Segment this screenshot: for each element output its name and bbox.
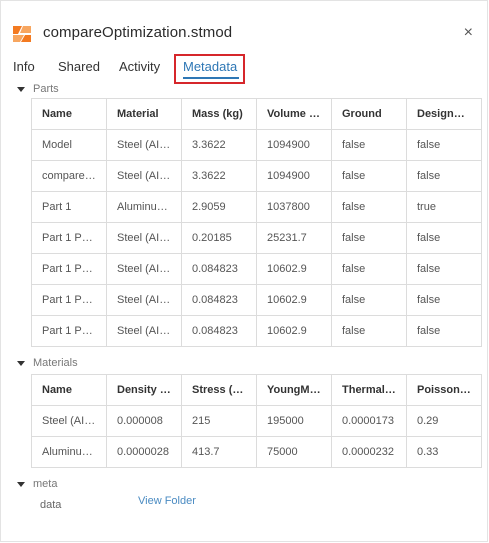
caret-down-icon [17,481,25,487]
view-folder-link[interactable]: View Folder [138,495,196,507]
table-cell: Part 1 Pus... [31,222,107,254]
table-cell: false [331,129,407,161]
table-cell: 3.3622 [181,129,257,161]
panel-header: compareOptimization.stmod × [9,19,479,49]
column-header[interactable]: Ground [331,98,407,130]
table-cell: 0.000008 [106,405,182,437]
table-cell: Part 1 Pus... [31,315,107,347]
table-cell: false [406,222,482,254]
meta-section-toggle[interactable]: meta [17,478,57,490]
table-cell: 0.0000232 [331,436,407,468]
table-cell: Model [31,129,107,161]
column-header[interactable]: Name [31,98,107,130]
meta-data-key: data [40,499,62,511]
column-header[interactable]: Name [31,374,107,406]
close-icon[interactable]: × [464,24,473,42]
tab-highlight-box [174,54,245,84]
table-cell: Steel (AISI... [31,405,107,437]
table-cell: 1094900 [256,160,332,192]
column-header[interactable]: DesignSp... [406,98,482,130]
table-row[interactable]: compare_... Steel (AISI... 3.3622 1094900 fa… [31,160,482,192]
table-cell: 10602.9 [256,253,332,285]
column-header[interactable]: Volume (... [256,98,332,130]
table-cell: false [331,284,407,316]
table-cell: true [406,191,482,223]
table-cell: 75000 [256,436,332,468]
app-logo-icon [13,26,31,42]
materials-table: Name Density (... Stress (M... YoungMo..… [31,374,482,468]
table-cell: 0.0000028 [106,436,182,468]
table-cell: false [331,191,407,223]
table-cell: 0.29 [406,405,482,437]
table-cell: 0.0000173 [331,405,407,437]
table-row[interactable]: Steel (AISI... 0.000008 215 195000 0.0000173… [31,405,482,437]
column-header[interactable]: Stress (M... [181,374,257,406]
table-cell: 10602.9 [256,315,332,347]
caret-down-icon [17,86,25,92]
table-cell: 3.3622 [181,160,257,192]
table-cell: 0.084823 [181,253,257,285]
table-cell: compare_... [31,160,107,192]
table-header-row: Name Material Mass (kg) Volume (... Grou… [31,98,482,130]
tab-activity[interactable]: Activity [119,59,160,74]
table-cell: 215 [181,405,257,437]
table-cell: false [406,284,482,316]
column-header[interactable]: Thermale... [331,374,407,406]
table-cell: Steel (AISI... [106,253,182,285]
materials-section-label: Materials [33,357,78,369]
table-cell: Steel (AISI... [106,160,182,192]
table-cell: false [331,222,407,254]
table-cell: Steel (AISI... [106,315,182,347]
table-cell: Aluminum... [31,436,107,468]
caret-down-icon [17,360,25,366]
meta-section-label: meta [33,478,58,490]
table-cell: Part 1 Pus... [31,253,107,285]
table-cell: Steel (AISI... [106,129,182,161]
table-row[interactable]: Part 1 Aluminum... 2.9059 1037800 false true [31,191,482,223]
table-cell: false [406,160,482,192]
table-row[interactable]: Aluminum... 0.0000028 413.7 75000 0.0000232 0… [31,436,482,468]
table-cell: 0.20185 [181,222,257,254]
table-row[interactable]: Model Steel (AISI... 3.3622 1094900 false fal… [31,129,482,161]
column-header[interactable]: Density (... [106,374,182,406]
table-cell: 0.33 [406,436,482,468]
table-cell: false [331,160,407,192]
table-row[interactable]: Part 1 Pus... Steel (AISI... 0.084823 10602… [31,284,482,316]
table-cell: 25231.7 [256,222,332,254]
table-row[interactable]: Part 1 Pus... Steel (AISI... 0.20185 25231.… [31,222,482,254]
tab-info[interactable]: Info [13,59,35,74]
table-cell: 0.084823 [181,284,257,316]
table-cell: 413.7 [181,436,257,468]
table-cell: 195000 [256,405,332,437]
column-header[interactable]: Mass (kg) [181,98,257,130]
table-cell: 1037800 [256,191,332,223]
table-cell: false [331,315,407,347]
parts-table: Name Material Mass (kg) Volume (... Grou… [31,98,482,347]
table-cell: Aluminum... [106,191,182,223]
table-cell: 0.084823 [181,315,257,347]
column-header[interactable]: Poissonra... [406,374,482,406]
table-cell: 1094900 [256,129,332,161]
table-cell: false [406,129,482,161]
tab-shared[interactable]: Shared [58,59,100,74]
table-cell: false [406,253,482,285]
materials-section-toggle[interactable]: Materials [17,357,78,369]
column-header[interactable]: YoungMo... [256,374,332,406]
table-cell: Steel (AISI... [106,222,182,254]
table-cell: Steel (AISI... [106,284,182,316]
parts-section-toggle[interactable]: Parts [17,83,59,95]
table-cell: false [331,253,407,285]
table-cell: Part 1 [31,191,107,223]
parts-section-label: Parts [33,83,59,95]
details-panel: compareOptimization.stmod × Info Shared … [0,0,488,542]
table-cell: 10602.9 [256,284,332,316]
table-row[interactable]: Part 1 Pus... Steel (AISI... 0.084823 10602… [31,315,482,347]
column-header[interactable]: Material [106,98,182,130]
file-title: compareOptimization.stmod [43,24,233,41]
table-cell: Part 1 Pus... [31,284,107,316]
table-row[interactable]: Part 1 Pus... Steel (AISI... 0.084823 10602… [31,253,482,285]
table-header-row: Name Density (... Stress (M... YoungMo..… [31,374,482,406]
table-cell: false [406,315,482,347]
table-cell: 2.9059 [181,191,257,223]
